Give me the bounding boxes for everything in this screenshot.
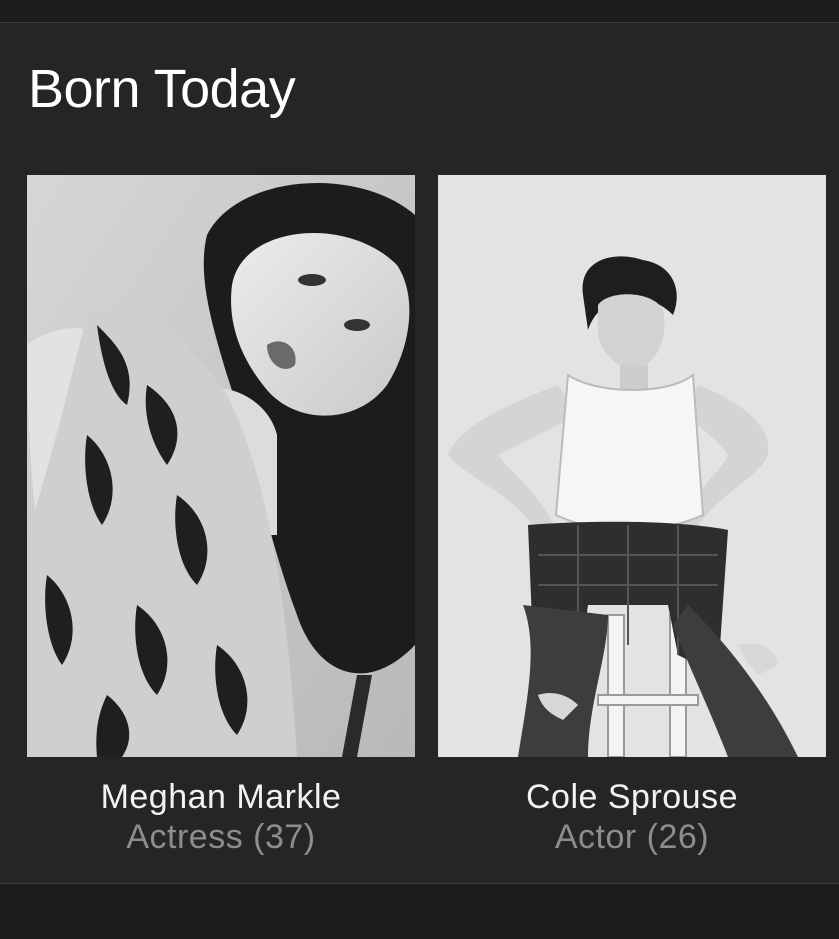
section-title: Born Today — [28, 59, 296, 119]
person-name[interactable]: Meghan Markle — [27, 777, 415, 817]
person-card-meghan-markle[interactable]: Meghan Markle Actress (37) — [27, 175, 415, 857]
top-bar — [0, 0, 839, 23]
person-card-cole-sprouse[interactable]: Cole Sprouse Actor (26) — [438, 175, 826, 857]
born-today-section: Born Today Meghan Markle Actress (37) Co… — [0, 23, 839, 883]
bottom-bar — [0, 884, 839, 939]
person-photo[interactable] — [27, 175, 415, 757]
person-role: Actress (37) — [126, 818, 316, 856]
person-photo[interactable] — [438, 175, 826, 757]
person-name[interactable]: Cole Sprouse — [438, 777, 826, 817]
person-role: Actor (26) — [554, 818, 710, 856]
